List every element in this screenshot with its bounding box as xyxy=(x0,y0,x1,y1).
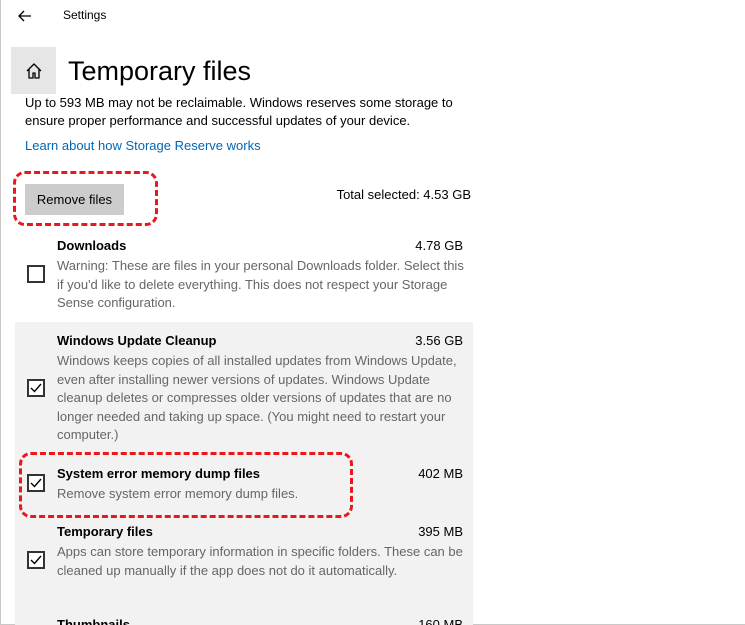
item-size: 402 MB xyxy=(418,466,463,481)
reserve-description: Up to 593 MB may not be reclaimable. Win… xyxy=(25,95,453,128)
page-title: Temporary files xyxy=(68,56,252,86)
list-item-windows-update-cleanup: Windows Update Cleanup 3.56 GB Windows k… xyxy=(15,333,473,448)
item-size: 4.78 GB xyxy=(415,238,463,253)
item-description: Windows keeps copies of all installed up… xyxy=(57,353,457,442)
highlight-remove-files xyxy=(13,171,158,226)
item-description: Warning: These are files in your persona… xyxy=(57,258,464,310)
back-arrow-icon xyxy=(18,10,31,22)
downloads-checkbox[interactable] xyxy=(27,265,45,283)
item-name: Windows Update Cleanup xyxy=(57,333,217,348)
item-name: Thumbnails xyxy=(57,617,130,625)
home-button[interactable] xyxy=(11,47,56,94)
checkmark-icon xyxy=(30,555,42,565)
window-left-border xyxy=(0,0,1,625)
item-size: 3.56 GB xyxy=(415,333,463,348)
item-size: 395 MB xyxy=(418,524,463,539)
storage-reserve-link[interactable]: Learn about how Storage Reserve works xyxy=(25,138,261,153)
home-icon xyxy=(26,62,41,79)
back-button[interactable] xyxy=(14,6,36,26)
windows-update-cleanup-checkbox[interactable] xyxy=(27,379,45,397)
app-title: Settings xyxy=(63,8,107,22)
temporary-files-checkbox[interactable] xyxy=(27,551,45,569)
highlight-memory-dump xyxy=(19,452,353,518)
item-size: 160 MB xyxy=(418,617,463,625)
checkmark-icon xyxy=(30,383,42,393)
item-description: Apps can store temporary information in … xyxy=(57,544,463,578)
total-selected: Total selected: 4.53 GB xyxy=(336,187,471,202)
item-name: Downloads xyxy=(57,238,127,253)
list-item-thumbnails: Thumbnails 160 MB xyxy=(15,617,473,625)
item-name: Temporary files xyxy=(57,524,153,539)
list-item-temporary-files: Temporary files 395 MB Apps can store te… xyxy=(15,524,473,600)
list-item-downloads: Downloads 4.78 GB Warning: These are fil… xyxy=(15,238,473,316)
